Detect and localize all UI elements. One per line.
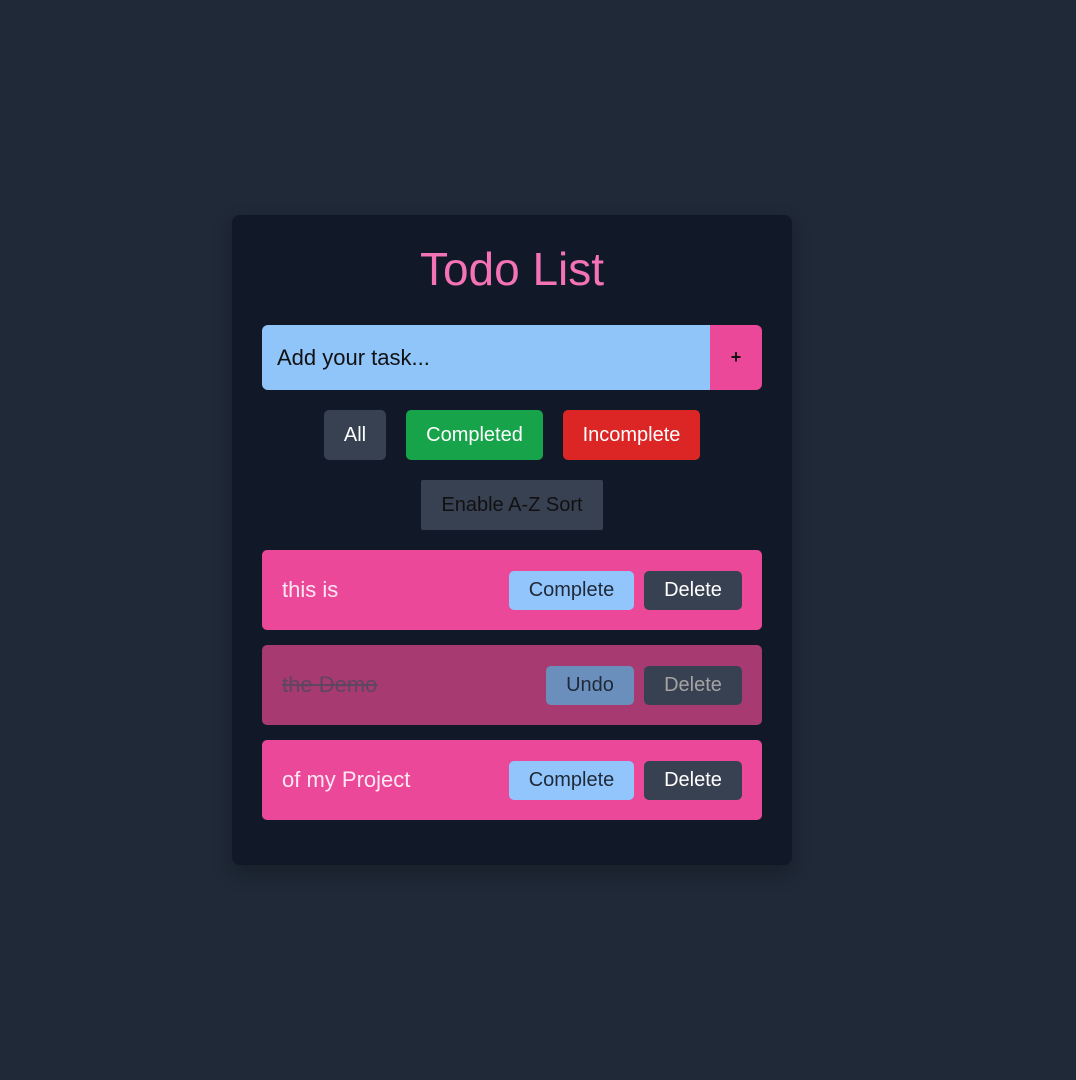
filter-completed-button[interactable]: Completed xyxy=(406,410,543,460)
todo-text: this is xyxy=(282,577,339,602)
app-title: Todo List xyxy=(419,243,605,295)
todo-card: Todo List + All Completed Incomplete Ena… xyxy=(232,215,792,865)
complete-button[interactable]: Complete xyxy=(509,760,634,800)
delete-button[interactable]: Delete xyxy=(644,665,742,705)
add-task-button[interactable]: + xyxy=(710,325,762,390)
todo-text: of my Project xyxy=(282,767,411,792)
filter-all-button[interactable]: All xyxy=(324,410,386,460)
todo-item-completed: the Demo Undo Delete xyxy=(262,645,762,725)
filter-incomplete-button[interactable]: Incomplete xyxy=(563,410,700,460)
undo-button[interactable]: Undo xyxy=(546,665,634,705)
todo-text: the Demo xyxy=(282,672,378,697)
task-input[interactable] xyxy=(262,325,710,390)
delete-button[interactable]: Delete xyxy=(644,760,742,800)
add-task-row: + xyxy=(262,325,762,390)
todo-item: of my Project Complete Delete xyxy=(262,740,762,820)
filter-bar: All Completed Incomplete xyxy=(232,410,792,460)
delete-button[interactable]: Delete xyxy=(644,570,742,610)
complete-button[interactable]: Complete xyxy=(509,570,634,610)
sort-toggle-button[interactable]: Enable A-Z Sort xyxy=(421,480,603,530)
todo-item: this is Complete Delete xyxy=(262,550,762,630)
